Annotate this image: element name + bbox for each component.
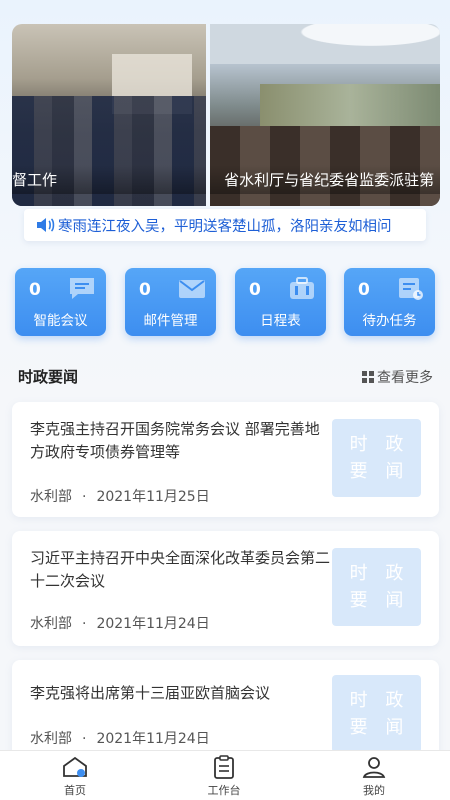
news-meta: 水利部 · 2021年11月24日 <box>30 613 210 633</box>
news-thumbnail: 时 政 要 闻 <box>332 675 421 753</box>
meta-separator: · <box>82 731 87 747</box>
tab-label: 工作台 <box>207 784 241 797</box>
news-card[interactable]: 李克强主持召开国务院常务会议 部署完善地方政府专项债券管理等 水利部 · 2021年… <box>12 402 439 517</box>
news-section-header: 时政要闻 查看更多 <box>18 366 433 388</box>
tab-label: 我的 <box>363 784 385 797</box>
banner-slide[interactable]: 省水利厅与省纪委省监委派驻第 <box>210 24 440 206</box>
quick-action-schedule[interactable]: 0 日程表 <box>235 268 326 336</box>
tab-workbench[interactable]: 工作台 <box>184 755 264 798</box>
news-card[interactable]: 李克强将出席第十三届亚欧首脑会议 水利部 · 2021年11月24日 时 政 要 闻 <box>12 660 439 760</box>
quick-action-count: 0 <box>139 280 151 300</box>
news-title: 习近平主持召开中央全面深化改革委员会第二十二次会议 <box>30 549 331 590</box>
quick-action-count: 0 <box>358 280 370 300</box>
tab-home[interactable]: 首页 <box>35 755 115 798</box>
tab-label: 首页 <box>64 784 86 797</box>
grid-icon <box>362 371 374 383</box>
news-title: 李克强主持召开国务院常务会议 部署完善地方政府专项债券管理等 <box>30 420 320 461</box>
clipboard-icon <box>214 755 234 779</box>
task-icon <box>399 278 423 300</box>
chat-icon <box>70 278 94 299</box>
quick-action-label: 待办任务 <box>362 313 417 329</box>
home-icon <box>63 756 87 777</box>
news-date: 2021年11月24日 <box>96 731 210 747</box>
quick-action-count: 0 <box>29 280 41 300</box>
notice-bar[interactable]: 寒雨连江夜入吴，平明送客楚山孤，洛阳亲友如相问 <box>24 209 426 241</box>
tab-profile[interactable]: 我的 <box>334 755 414 798</box>
news-thumbnail: 时 政 要 闻 <box>332 548 421 626</box>
banner-carousel[interactable]: 督工作 省水利厅与省纪委省监委派驻第 <box>12 24 440 206</box>
news-meta: 水利部 · 2021年11月24日 <box>30 728 210 748</box>
banner-caption: 督工作 <box>12 165 207 194</box>
news-date: 2021年11月25日 <box>96 489 210 505</box>
news-card[interactable]: 习近平主持召开中央全面深化改革委员会第二十二次会议 水利部 · 2021年11月24… <box>12 531 439 646</box>
quick-action-label: 邮件管理 <box>143 313 198 329</box>
quick-action-count: 0 <box>249 280 261 300</box>
notice-text: 寒雨连江夜入吴，平明送客楚山孤，洛阳亲友如相问 <box>58 218 392 235</box>
banner-caption: 省水利厅与省纪委省监委派驻第 <box>210 165 440 194</box>
meta-separator: · <box>82 489 87 505</box>
speaker-icon <box>37 218 55 232</box>
briefcase-icon <box>290 277 314 299</box>
quick-action-mail[interactable]: 0 邮件管理 <box>125 268 216 336</box>
quick-action-label: 日程表 <box>260 313 301 329</box>
quick-actions: 0 智能会议 0 邮件管理 0 日程表 0 待办任务 <box>15 268 435 336</box>
banner-photo <box>210 24 440 64</box>
profile-icon <box>362 757 386 778</box>
quick-action-meeting[interactable]: 0 智能会议 <box>15 268 106 336</box>
news-title: 李克强将出席第十三届亚欧首脑会议 <box>30 684 271 702</box>
quick-action-label: 智能会议 <box>33 313 88 329</box>
view-more-link[interactable]: 查看更多 <box>362 367 433 387</box>
meta-separator: · <box>82 616 87 632</box>
news-source: 水利部 <box>30 731 72 747</box>
news-source: 水利部 <box>30 489 72 505</box>
view-more-label: 查看更多 <box>377 370 433 386</box>
bottom-tab-bar: 首页 工作台 我的 <box>0 750 450 800</box>
mail-icon <box>179 280 205 298</box>
banner-slide[interactable]: 督工作 <box>12 24 207 206</box>
news-date: 2021年11月24日 <box>96 616 210 632</box>
news-meta: 水利部 · 2021年11月25日 <box>30 486 210 506</box>
section-title: 时政要闻 <box>18 368 79 386</box>
quick-action-tasks[interactable]: 0 待办任务 <box>344 268 435 336</box>
news-thumbnail: 时 政 要 闻 <box>332 419 421 497</box>
news-source: 水利部 <box>30 616 72 632</box>
